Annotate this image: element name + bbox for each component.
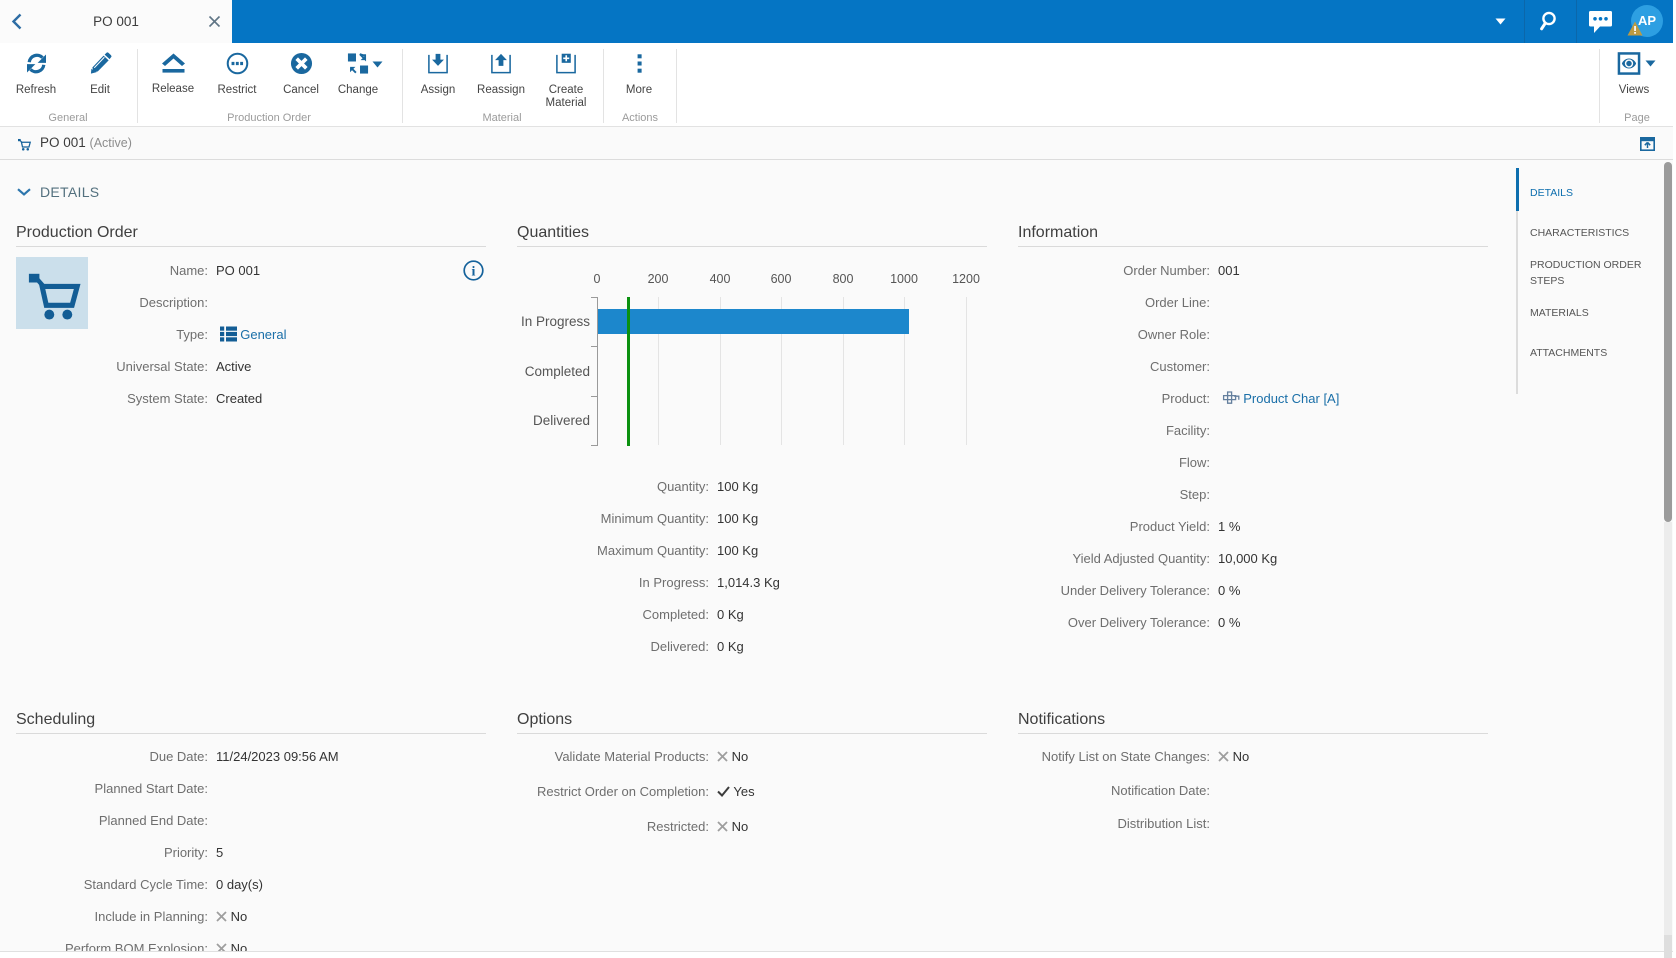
svg-text:i: i <box>472 265 476 280</box>
